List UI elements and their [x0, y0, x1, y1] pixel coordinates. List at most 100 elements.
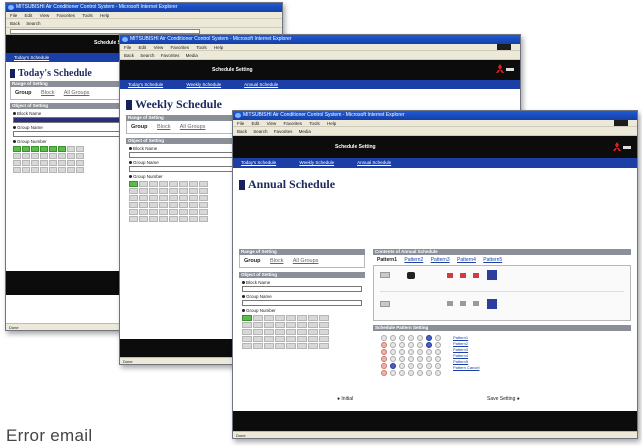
calendar-day[interactable] [390, 370, 396, 376]
group-cell[interactable] [286, 329, 296, 335]
group-cell[interactable] [319, 329, 329, 335]
calendar-day[interactable] [399, 370, 405, 376]
block-name-select[interactable] [129, 152, 235, 158]
group-cell[interactable] [159, 216, 168, 222]
group-cell[interactable] [76, 167, 84, 173]
calendar-day[interactable] [417, 370, 423, 376]
search-button[interactable]: Search [26, 21, 40, 26]
calendar-day[interactable] [381, 356, 387, 362]
group-cell[interactable] [149, 216, 158, 222]
group-cell[interactable] [129, 188, 138, 194]
group-cell[interactable] [129, 209, 138, 215]
group-cell[interactable] [297, 336, 307, 342]
group-cell[interactable] [199, 202, 208, 208]
group-cell[interactable] [139, 216, 148, 222]
calendar-day[interactable] [381, 363, 387, 369]
group-cell[interactable] [169, 181, 178, 187]
group-cell[interactable] [286, 315, 296, 321]
initial-button[interactable]: ● Initial [337, 396, 353, 402]
group-cell[interactable] [297, 343, 307, 349]
calendar-day[interactable] [390, 356, 396, 362]
group-cell[interactable] [129, 216, 138, 222]
group-cell[interactable] [139, 195, 148, 201]
menu-view[interactable]: View [154, 45, 164, 50]
calendar-day[interactable] [426, 363, 432, 369]
group-cell[interactable] [253, 343, 263, 349]
group-cell[interactable] [286, 336, 296, 342]
calendar-day[interactable] [381, 342, 387, 348]
group-cell[interactable] [253, 322, 263, 328]
pattern-tab-3[interactable]: Pattern3 [431, 257, 450, 263]
calendar-day[interactable] [390, 335, 396, 341]
favorites-button[interactable]: Favorites [161, 53, 180, 58]
group-cell[interactable] [76, 146, 84, 152]
group-cell[interactable] [22, 167, 30, 173]
group-cell[interactable] [159, 188, 168, 194]
group-cell[interactable] [242, 343, 252, 349]
calendar-day[interactable] [408, 370, 414, 376]
group-cell[interactable] [22, 146, 30, 152]
save-setting-button[interactable]: Save Setting ● [487, 396, 520, 402]
calendar-day[interactable] [408, 335, 414, 341]
group-cell[interactable] [189, 202, 198, 208]
group-cell[interactable] [179, 202, 188, 208]
group-cell[interactable] [67, 167, 75, 173]
group-cell[interactable] [242, 322, 252, 328]
group-cell[interactable] [308, 329, 318, 335]
group-cell[interactable] [169, 209, 178, 215]
group-cell[interactable] [199, 216, 208, 222]
pattern-tab-2[interactable]: Pattern2 [404, 257, 423, 263]
group-cell[interactable] [22, 160, 30, 166]
calendar-day[interactable] [426, 342, 432, 348]
menu-tools[interactable]: Tools [309, 121, 320, 126]
group-cell[interactable] [308, 315, 318, 321]
calendar-day[interactable] [435, 342, 441, 348]
group-cell[interactable] [297, 322, 307, 328]
group-cell[interactable] [253, 336, 263, 342]
group-cell[interactable] [275, 322, 285, 328]
pattern-tab-1[interactable]: Pattern1 [377, 257, 397, 263]
group-cell[interactable] [58, 146, 66, 152]
calendar-day[interactable] [399, 342, 405, 348]
media-button[interactable]: Media [299, 129, 311, 134]
menu-edit[interactable]: Edit [252, 121, 260, 126]
tab-block[interactable]: Block [157, 124, 170, 130]
calendar-day[interactable] [426, 356, 432, 362]
calendar-day[interactable] [426, 349, 432, 355]
group-cell[interactable] [149, 181, 158, 187]
calendar-day[interactable] [399, 335, 405, 341]
group-cell[interactable] [149, 188, 158, 194]
group-cell[interactable] [253, 329, 263, 335]
group-cell[interactable] [40, 167, 48, 173]
group-cell[interactable] [275, 343, 285, 349]
tab-block[interactable]: Block [41, 90, 54, 96]
group-cell[interactable] [49, 146, 57, 152]
calendar-day[interactable] [381, 349, 387, 355]
group-cell[interactable] [297, 315, 307, 321]
calendar-day[interactable] [408, 363, 414, 369]
tab-group[interactable]: Group [15, 90, 32, 96]
group-cell[interactable] [139, 188, 148, 194]
calendar-day[interactable] [381, 370, 387, 376]
tab-block[interactable]: Block [270, 258, 283, 264]
pattern-tab-5[interactable]: Pattern5 [483, 257, 502, 263]
menu-file[interactable]: File [10, 13, 17, 18]
menu-file[interactable]: File [237, 121, 244, 126]
group-cell[interactable] [76, 153, 84, 159]
pattern-tab-4[interactable]: Pattern4 [457, 257, 476, 263]
group-cell[interactable] [159, 195, 168, 201]
group-cell[interactable] [264, 343, 274, 349]
group-cell[interactable] [149, 209, 158, 215]
group-cell[interactable] [319, 322, 329, 328]
group-cell[interactable] [319, 315, 329, 321]
group-cell[interactable] [149, 195, 158, 201]
group-cell[interactable] [264, 336, 274, 342]
search-button[interactable]: Search [253, 129, 267, 134]
group-cell[interactable] [242, 315, 252, 321]
menu-file[interactable]: File [124, 45, 131, 50]
group-cell[interactable] [169, 188, 178, 194]
group-cell[interactable] [189, 181, 198, 187]
event-row[interactable] [380, 270, 624, 292]
group-cell[interactable] [49, 153, 57, 159]
group-cell[interactable] [179, 209, 188, 215]
